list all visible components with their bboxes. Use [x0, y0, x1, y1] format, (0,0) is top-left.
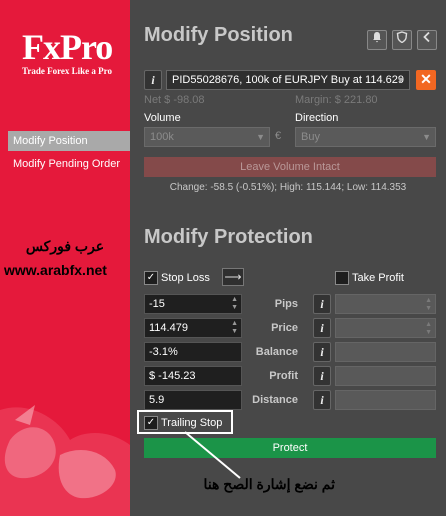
- leave-volume-intact-button[interactable]: Leave Volume Intact: [144, 157, 436, 177]
- brand-logo: FxPro: [22, 27, 113, 67]
- spinner-icon: ▲ ▼: [425, 321, 432, 336]
- brand-tagline: Trade Forex Like a Pro: [22, 66, 112, 76]
- take-profit-distance-input[interactable]: [335, 390, 436, 410]
- arrow-right-icon[interactable]: ⟶: [222, 268, 244, 286]
- sidebar-item-modify-position[interactable]: Modify Position: [8, 131, 130, 151]
- distance-input[interactable]: 5.9: [144, 390, 242, 410]
- currency-symbol: €: [275, 130, 282, 142]
- balance-input[interactable]: -3.1%: [144, 342, 242, 362]
- distance-label: Distance: [252, 394, 298, 406]
- direction-label: Direction: [295, 112, 339, 124]
- chevron-down-icon: ▼: [256, 132, 265, 142]
- take-profit-label: Take Profit: [352, 272, 404, 284]
- volume-select-value: 100k: [150, 131, 174, 143]
- spinner-icon[interactable]: ▲ ▼: [231, 296, 238, 312]
- watermark-url: www.arabfx.net: [4, 262, 107, 278]
- margin-value: Margin: $ 221.80: [295, 94, 378, 106]
- app-window: FxPro Trade Forex Like a Pro Modify Posi…: [0, 0, 446, 516]
- chevron-left-icon[interactable]: [417, 30, 437, 50]
- watermark-arabic: عرب فوركس: [25, 238, 105, 254]
- bull-emblem-icon: [0, 405, 130, 516]
- price-value: 114.479: [149, 322, 188, 334]
- spinner-icon[interactable]: ▲ ▼: [231, 320, 238, 336]
- stop-loss-label: Stop Loss: [161, 272, 210, 284]
- take-profit-profit-input[interactable]: [335, 366, 436, 386]
- balance-info-button[interactable]: i: [313, 342, 331, 362]
- pips-info-button[interactable]: i: [313, 294, 331, 314]
- close-position-button[interactable]: ✕: [416, 70, 436, 90]
- take-profit-checkbox[interactable]: [335, 271, 349, 285]
- price-input[interactable]: 114.479 ▲ ▼: [144, 318, 242, 338]
- profit-label: Profit: [269, 370, 298, 382]
- modify-protection-title: Modify Protection: [144, 226, 313, 248]
- trailing-stop-checkbox[interactable]: ✓: [144, 416, 158, 430]
- profit-input[interactable]: $ -145.23: [144, 366, 242, 386]
- spinner-icon: ▲ ▼: [425, 297, 432, 312]
- net-value: Net $ -98.08: [144, 94, 205, 106]
- balance-label: Balance: [255, 346, 298, 358]
- trailing-stop-label: Trailing Stop: [161, 417, 223, 429]
- price-label: Price: [271, 322, 298, 334]
- shield-icon[interactable]: [392, 30, 412, 50]
- balance-value: -3.1%: [149, 346, 178, 358]
- price-info-button[interactable]: i: [313, 318, 331, 338]
- modify-position-title: Modify Position: [144, 24, 293, 46]
- chevron-down-icon: ▼: [422, 132, 431, 142]
- direction-select[interactable]: Buy ▼: [295, 127, 436, 147]
- take-profit-pips-input[interactable]: ▲ ▼: [335, 294, 436, 314]
- protect-button[interactable]: Protect: [144, 438, 436, 458]
- pips-label: Pips: [274, 298, 298, 310]
- sidebar: FxPro Trade Forex Like a Pro Modify Posi…: [0, 0, 130, 516]
- direction-select-value: Buy: [301, 131, 320, 143]
- distance-info-button[interactable]: i: [313, 390, 331, 410]
- pips-value: -15: [149, 298, 165, 310]
- position-info-button[interactable]: i: [144, 70, 162, 90]
- annotation-note: ثم نضع إشارة الصح هنا: [203, 476, 335, 492]
- distance-value: 5.9: [149, 394, 165, 406]
- take-profit-price-input[interactable]: ▲ ▼: [335, 318, 436, 338]
- bell-icon[interactable]: [367, 30, 387, 50]
- volume-label: Volume: [144, 112, 181, 124]
- main-panel: Modify Position i PID55028676, 100k of E…: [130, 0, 446, 516]
- price-change-summary: Change: -58.5 (-0.51%); High: 115.144; L…: [169, 182, 407, 193]
- take-profit-balance-input[interactable]: [335, 342, 436, 362]
- profit-info-button[interactable]: i: [313, 366, 331, 386]
- pips-input[interactable]: -15 ▲ ▼: [144, 294, 242, 314]
- stop-loss-checkbox[interactable]: ✓: [144, 271, 158, 285]
- profit-value: $ -145.23: [149, 370, 196, 382]
- chevron-down-icon: ▼: [396, 75, 405, 85]
- volume-select[interactable]: 100k ▼: [144, 127, 270, 147]
- position-select[interactable]: PID55028676, 100k of EURJPY Buy at 114.6…: [166, 70, 410, 90]
- sidebar-item-modify-pending-order[interactable]: Modify Pending Order: [8, 154, 130, 174]
- position-select-value: PID55028676, 100k of EURJPY Buy at 114.6…: [172, 74, 404, 86]
